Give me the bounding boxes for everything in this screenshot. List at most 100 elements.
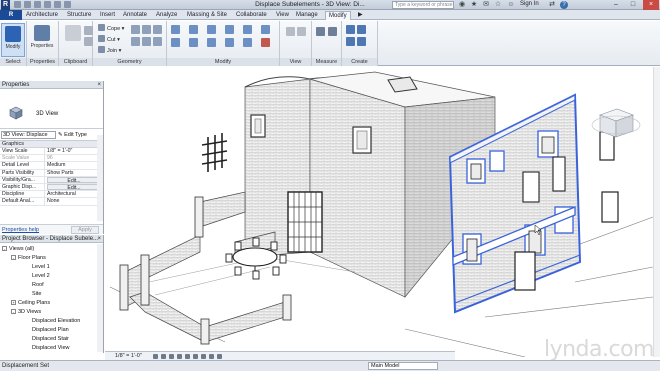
communication-icon[interactable]: ✉ (482, 1, 490, 9)
copy-icon[interactable] (84, 37, 93, 46)
remove-paint-icon[interactable] (142, 37, 151, 46)
trim-icon[interactable] (225, 38, 234, 47)
tree-item-displaced-view[interactable]: Displaced View (32, 344, 70, 352)
override-icon[interactable] (297, 27, 306, 36)
cope-button[interactable]: Cope ▾ (98, 24, 124, 32)
crop-view-icon[interactable] (201, 354, 206, 359)
render-icon[interactable] (185, 354, 190, 359)
rotate-icon[interactable] (207, 38, 216, 47)
tab-view[interactable]: View (276, 11, 289, 20)
tree-item-displaced-stair[interactable]: Displaced Stair (32, 335, 69, 343)
wall-joins-icon[interactable] (131, 25, 140, 34)
detail-level-icon[interactable] (153, 354, 158, 359)
measure-distance-icon[interactable] (316, 27, 325, 36)
prop-graphic-display[interactable]: Graphic Disp... Edit... (0, 183, 103, 192)
tab-architecture[interactable]: Architecture (26, 11, 58, 20)
prop-discipline[interactable]: Discipline Architectural (0, 191, 103, 199)
tab-modify[interactable]: Modify (325, 11, 351, 20)
collapse-icon[interactable]: - (11, 309, 16, 314)
paste-button[interactable] (61, 23, 85, 57)
undo-icon[interactable] (34, 1, 41, 8)
offset-icon[interactable] (189, 25, 198, 34)
split-icon[interactable] (243, 25, 252, 34)
lock-view-icon[interactable] (193, 354, 198, 359)
viewport-scrollbar[interactable] (653, 67, 660, 357)
tree-item-3d-views[interactable]: -3D Views (11, 308, 41, 316)
prop-view-scale[interactable]: View Scale 1/8" = 1'-0" (0, 148, 103, 156)
demolish-icon[interactable] (131, 37, 140, 46)
scale-icon[interactable] (261, 25, 270, 34)
tree-item-floor-plans[interactable]: - Floor Plans (11, 254, 46, 262)
create-group-icon[interactable] (346, 37, 355, 46)
dimension-icon[interactable] (328, 27, 337, 36)
prop-value[interactable]: 1/8" = 1'-0" (45, 148, 103, 154)
panel-label-select[interactable]: Select (0, 58, 26, 66)
edit-type-button[interactable]: ✎ Edit Type (58, 131, 87, 139)
join-button[interactable]: Join ▾ (98, 46, 121, 54)
application-menu-button[interactable]: R (0, 10, 22, 20)
create-similar-icon[interactable] (357, 37, 366, 46)
create-parts-icon[interactable] (357, 25, 366, 34)
properties-help-link[interactable]: Properties help (2, 227, 39, 233)
sign-in-button[interactable]: Sign In (520, 1, 539, 7)
type-selector[interactable]: 3D View (0, 89, 103, 129)
prop-value[interactable]: Architectural (45, 191, 103, 197)
edit-button[interactable]: Edit... (47, 183, 99, 191)
visual-style-icon[interactable] (161, 354, 166, 359)
collapse-icon[interactable]: - (2, 246, 7, 251)
collapse-icon[interactable]: - (11, 255, 16, 260)
3d-viewport[interactable] (105, 67, 660, 357)
prop-visibility-graphics[interactable]: Visibility/Gra... Edit... (0, 176, 103, 184)
user-icon[interactable]: ☺ (507, 1, 515, 9)
copy-element-icon[interactable] (189, 38, 198, 47)
tab-massing-site[interactable]: Massing & Site (187, 11, 227, 20)
reveal-hidden-icon[interactable] (217, 354, 222, 359)
cut-clipboard-icon[interactable] (84, 26, 93, 35)
cut-button[interactable]: Cut ▾ (98, 35, 120, 43)
building-model[interactable] (105, 67, 660, 357)
tree-item-level-2[interactable]: Level 2 (32, 272, 50, 280)
create-assembly-icon[interactable] (346, 25, 355, 34)
tab-insert[interactable]: Insert (100, 11, 115, 20)
prop-value[interactable]: Medium (45, 162, 103, 168)
subscription-icon[interactable]: ★ (470, 1, 478, 9)
browser-scrollbar[interactable] (97, 244, 103, 352)
move-icon[interactable] (171, 38, 180, 47)
paint-icon[interactable] (153, 25, 162, 34)
exchange-icon[interactable]: ⇄ (548, 1, 556, 9)
tab-annotate[interactable]: Annotate (123, 11, 147, 20)
open-icon[interactable] (14, 1, 21, 8)
array-icon[interactable] (243, 38, 252, 47)
mirror-draw-icon[interactable] (225, 25, 234, 34)
view-cube-icon[interactable] (591, 108, 641, 138)
hide-icon[interactable] (286, 27, 295, 36)
prop-parts-visibility[interactable]: Parts Visibility Show Parts (0, 169, 103, 177)
tree-item-roof[interactable]: Roof (32, 281, 44, 289)
tree-item-displaced-plan[interactable]: Displaced Plan (32, 326, 69, 334)
close-icon[interactable]: × (97, 81, 101, 89)
group-graphics[interactable]: Graphics (0, 141, 103, 148)
prop-detail-level[interactable]: Detail Level Medium (0, 162, 103, 170)
favorites-icon[interactable]: ☆ (494, 1, 502, 9)
split-face-icon[interactable] (142, 25, 151, 34)
tab-collaborate[interactable]: Collaborate (236, 11, 267, 20)
prop-value[interactable]: None (45, 198, 103, 204)
apply-button[interactable]: Apply (71, 226, 99, 234)
tab-structure[interactable]: Structure (67, 11, 91, 20)
save-icon[interactable] (24, 1, 31, 8)
tree-item-ceiling-plans[interactable]: + Ceiling Plans (11, 299, 50, 307)
design-option-selector[interactable]: Main Model (368, 362, 438, 370)
print-icon[interactable] (54, 1, 61, 8)
redo-icon[interactable] (44, 1, 51, 8)
modify-button[interactable]: Modify (1, 23, 25, 57)
unjoin-icon[interactable] (153, 37, 162, 46)
measure-icon[interactable] (64, 1, 71, 8)
instance-selector[interactable]: 3D View: Displace (1, 131, 56, 139)
search-input[interactable]: Type a keyword or phrase (392, 1, 454, 9)
properties-button[interactable]: Properties (30, 23, 54, 57)
properties-scrollbar[interactable] (97, 135, 103, 221)
minimize-button[interactable]: – (608, 0, 624, 10)
sun-path-icon[interactable] (169, 354, 174, 359)
help-icon[interactable]: ? (560, 1, 568, 9)
view-scale-selector[interactable]: 1/8" = 1'-0" (115, 353, 142, 359)
